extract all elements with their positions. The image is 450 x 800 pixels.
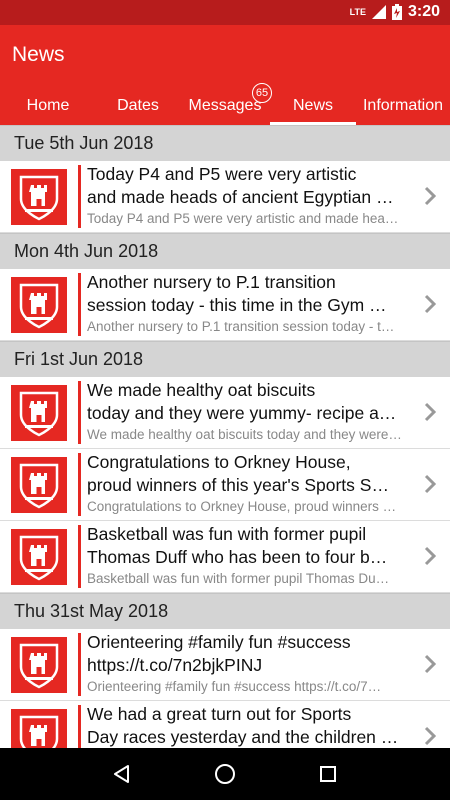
chevron-right-icon bbox=[424, 186, 436, 206]
news-title-line2: and made heads of ancient Egyptian … bbox=[87, 187, 394, 207]
system-nav-bar bbox=[0, 748, 450, 800]
news-item[interactable]: Basketball was fun with former pupil Thom… bbox=[0, 521, 450, 593]
date-header: Thu 31st May 2018 bbox=[0, 593, 450, 629]
back-button[interactable] bbox=[107, 759, 137, 789]
tab-messages[interactable]: Messages 65 bbox=[180, 83, 272, 125]
school-crest-icon bbox=[11, 456, 67, 513]
school-crest-icon bbox=[11, 708, 67, 748]
date-header: Tue 5th Jun 2018 bbox=[0, 125, 450, 161]
tab-home-label: Home bbox=[26, 97, 70, 114]
tab-home[interactable]: Home bbox=[0, 87, 96, 125]
news-title-line1: Today P4 and P5 were very artistic bbox=[87, 164, 357, 184]
news-item-logo bbox=[0, 269, 78, 340]
news-title-line2: Day races yesterday and the children … bbox=[87, 727, 399, 747]
news-preview: Basketball was fun with former pupil Tho… bbox=[87, 571, 390, 586]
status-bar: LTE 3:20 bbox=[0, 0, 450, 25]
news-title-line1: Orienteering #family fun #success bbox=[87, 632, 351, 652]
news-item-text: We made healthy oat biscuits today and th… bbox=[81, 377, 450, 448]
school-crest-icon bbox=[11, 528, 67, 585]
news-list[interactable]: Tue 5th Jun 2018 Today P4 and P5 were ve… bbox=[0, 125, 450, 748]
tab-dates-label: Dates bbox=[117, 97, 159, 114]
clock: 3:20 bbox=[407, 3, 440, 20]
chevron-right-icon bbox=[424, 294, 436, 314]
news-item-logo bbox=[0, 449, 78, 520]
news-item[interactable]: Orienteering #family fun #success https:/… bbox=[0, 629, 450, 701]
recents-button[interactable] bbox=[313, 759, 343, 789]
tab-information-label: Information bbox=[362, 97, 444, 114]
news-item-logo bbox=[0, 629, 78, 700]
news-item-text: Orienteering #family fun #success https:/… bbox=[81, 629, 450, 700]
back-triangle-icon bbox=[113, 765, 129, 783]
news-preview: We made healthy oat biscuits today and t… bbox=[87, 427, 402, 442]
lte-label: LTE bbox=[349, 7, 366, 17]
news-item-logo bbox=[0, 161, 78, 232]
news-item-logo bbox=[0, 521, 78, 592]
app-bar: News Home Dates Messages 65 News Informa… bbox=[0, 25, 450, 125]
tab-dates[interactable]: Dates bbox=[96, 87, 180, 125]
news-preview: Today P4 and P5 were very artistic and m… bbox=[87, 211, 399, 226]
chevron-right-icon bbox=[424, 726, 436, 746]
news-item[interactable]: Another nursery to P.1 transition session… bbox=[0, 269, 450, 341]
news-title-line2: https://t.co/7n2bjkPINJ bbox=[87, 655, 263, 675]
news-item[interactable]: We had a great turn out for Sports Day ra… bbox=[0, 701, 450, 748]
news-title-line1: Basketball was fun with former pupil bbox=[87, 524, 367, 544]
news-item-text: Another nursery to P.1 transition session… bbox=[81, 269, 450, 340]
news-title-line2: today and they were yummy- recipe a… bbox=[87, 403, 397, 423]
news-title-line1: We had a great turn out for Sports bbox=[87, 704, 352, 724]
tab-news[interactable]: News bbox=[270, 87, 356, 125]
news-preview: Congratulations to Orkney House, proud w… bbox=[87, 499, 397, 514]
home-button[interactable] bbox=[210, 759, 240, 789]
news-item-text: Basketball was fun with former pupil Thom… bbox=[81, 521, 450, 592]
chevron-right-icon bbox=[424, 654, 436, 674]
news-title-line1: Another nursery to P.1 transition bbox=[87, 272, 336, 292]
school-crest-icon bbox=[11, 384, 67, 441]
recents-square-icon bbox=[320, 766, 337, 782]
school-crest-icon bbox=[11, 276, 67, 333]
chevron-right-icon bbox=[424, 474, 436, 494]
news-title-line2: Thomas Duff who has been to four b… bbox=[87, 547, 388, 567]
news-item[interactable]: Congratulations to Orkney House, proud wi… bbox=[0, 449, 450, 521]
tab-bar: Home Dates Messages 65 News Information bbox=[0, 83, 450, 125]
tab-information[interactable]: Information bbox=[356, 87, 450, 125]
tab-news-label: News bbox=[292, 97, 333, 114]
school-crest-icon bbox=[11, 636, 67, 693]
news-item[interactable]: Today P4 and P5 were very artistic and ma… bbox=[0, 161, 450, 233]
signal-icon bbox=[371, 5, 386, 19]
news-title-line1: Congratulations to Orkney House, bbox=[87, 452, 351, 472]
app-title: News bbox=[12, 43, 65, 66]
news-item-logo bbox=[0, 377, 78, 448]
school-crest-icon bbox=[11, 168, 67, 225]
tab-messages-label: Messages bbox=[188, 97, 262, 114]
news-item-text: We had a great turn out for Sports Day ra… bbox=[81, 701, 450, 748]
news-title-line2: session today - this time in the Gym … bbox=[87, 295, 387, 315]
battery-icon bbox=[391, 4, 402, 20]
home-circle-icon bbox=[214, 764, 235, 784]
chevron-right-icon bbox=[424, 402, 436, 422]
news-preview: Orienteering #family fun #success https:… bbox=[87, 679, 382, 694]
date-header: Mon 4th Jun 2018 bbox=[0, 233, 450, 269]
messages-badge: 65 bbox=[252, 83, 272, 103]
news-preview: Another nursery to P.1 transition sessio… bbox=[87, 319, 395, 334]
news-title-line1: We made healthy oat biscuits bbox=[87, 380, 316, 400]
chevron-right-icon bbox=[424, 546, 436, 566]
date-header: Fri 1st Jun 2018 bbox=[0, 341, 450, 377]
news-item-text: Congratulations to Orkney House, proud wi… bbox=[81, 449, 450, 520]
news-item[interactable]: We made healthy oat biscuits today and th… bbox=[0, 377, 450, 449]
news-item-text: Today P4 and P5 were very artistic and ma… bbox=[81, 161, 450, 232]
news-item-logo bbox=[0, 701, 78, 748]
news-title-line2: proud winners of this year's Sports S… bbox=[87, 475, 389, 495]
